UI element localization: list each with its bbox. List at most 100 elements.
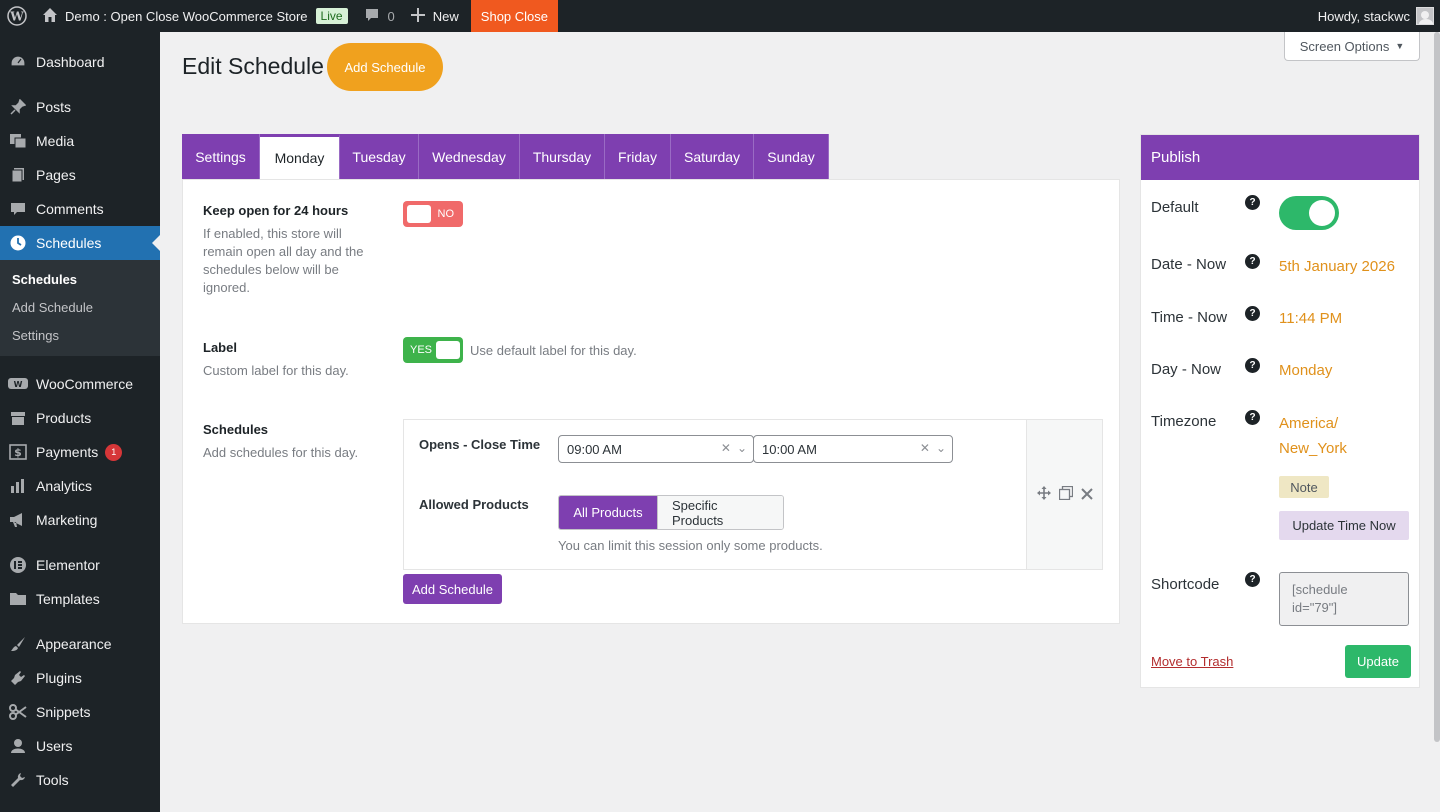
site-link[interactable]: Demo : Open Close WooCommerce Store Live bbox=[34, 0, 356, 32]
allowed-products-toggle: All Products Specific Products bbox=[558, 495, 784, 530]
submenu-item-settings[interactable]: Settings bbox=[0, 322, 160, 350]
svg-text:$: $ bbox=[14, 446, 22, 459]
chevron-down-icon[interactable]: ⌄ bbox=[936, 441, 946, 455]
tab-settings[interactable]: Settings bbox=[182, 134, 260, 179]
tab-friday[interactable]: Friday bbox=[605, 134, 671, 179]
update-button[interactable]: Update bbox=[1345, 645, 1411, 678]
sidebar-item-pages[interactable]: Pages bbox=[0, 158, 160, 192]
sidebar-item-templates[interactable]: Templates bbox=[0, 582, 160, 616]
all-products-button[interactable]: All Products bbox=[559, 496, 657, 529]
sidebar-item-appearance[interactable]: Appearance bbox=[0, 627, 160, 661]
media-icon bbox=[8, 131, 28, 151]
sidebar-item-woocommerce[interactable]: W WooCommerce bbox=[0, 367, 160, 401]
chevron-down-icon[interactable]: ⌄ bbox=[737, 441, 747, 455]
admin-bar: W Demo : Open Close WooCommerce Store Li… bbox=[0, 0, 1440, 32]
date-now-label: Date - Now bbox=[1151, 256, 1227, 273]
keep-open-label: Keep open for 24 hours bbox=[203, 203, 349, 218]
svg-text:W: W bbox=[9, 10, 24, 24]
account-menu[interactable]: Howdy, stackwc bbox=[1318, 7, 1440, 25]
shop-status-button[interactable]: Shop Close bbox=[470, 0, 559, 32]
allowed-products-label: Allowed Products bbox=[419, 497, 529, 512]
new-label: New bbox=[432, 8, 459, 24]
sidebar-item-label: Appearance bbox=[36, 636, 112, 652]
default-label-toggle[interactable]: YES bbox=[403, 337, 463, 363]
page-scrollbar[interactable] bbox=[1434, 32, 1440, 742]
comment-icon bbox=[8, 199, 28, 219]
sidebar-item-snippets[interactable]: Snippets bbox=[0, 695, 160, 729]
clock-icon bbox=[8, 233, 28, 253]
products-hint: You can limit this session only some pro… bbox=[558, 538, 823, 553]
sidebar-item-analytics[interactable]: Analytics bbox=[0, 469, 160, 503]
close-time-select[interactable]: 10:00 AM ✕ ⌄ bbox=[753, 435, 953, 463]
tab-sunday[interactable]: Sunday bbox=[754, 134, 829, 179]
home-icon bbox=[42, 7, 58, 26]
help-icon[interactable]: ? bbox=[1245, 358, 1260, 373]
clear-icon[interactable]: ✕ bbox=[721, 441, 731, 455]
sidebar-item-comments[interactable]: Comments bbox=[0, 192, 160, 226]
elementor-icon bbox=[8, 555, 28, 575]
sidebar-item-products[interactable]: Products bbox=[0, 401, 160, 435]
folder-icon bbox=[8, 589, 28, 609]
submenu-item-schedules[interactable]: Schedules bbox=[0, 266, 160, 294]
publish-box: Publish Default ? Date - Now ? 5th Janua… bbox=[1140, 134, 1420, 688]
sidebar-item-label: Marketing bbox=[36, 512, 98, 528]
publish-title: Publish bbox=[1141, 135, 1419, 180]
move-icon[interactable] bbox=[1036, 486, 1051, 503]
sidebar-item-payments[interactable]: $ Payments 1 bbox=[0, 435, 160, 469]
timezone-value-line1: America/ bbox=[1279, 415, 1339, 432]
tab-thursday[interactable]: Thursday bbox=[520, 134, 605, 179]
open-close-time-label: Opens - Close Time bbox=[419, 437, 541, 452]
close-icon[interactable] bbox=[1080, 487, 1093, 503]
screen-options-label: Screen Options bbox=[1299, 38, 1390, 54]
sidebar-item-plugins[interactable]: Plugins bbox=[0, 661, 160, 695]
add-schedule-button[interactable]: Add Schedule bbox=[327, 43, 443, 91]
tab-wednesday[interactable]: Wednesday bbox=[419, 134, 520, 179]
help-icon[interactable]: ? bbox=[1245, 410, 1260, 425]
sidebar-item-label: Dashboard bbox=[36, 54, 105, 70]
tab-saturday[interactable]: Saturday bbox=[671, 134, 754, 179]
screen-options-button[interactable]: Screen Options ▼ bbox=[1284, 32, 1420, 61]
shortcode-field[interactable]: [schedule id="79"] bbox=[1279, 572, 1409, 626]
default-label: Default bbox=[1151, 199, 1199, 216]
duplicate-icon[interactable] bbox=[1058, 485, 1073, 503]
clear-icon[interactable]: ✕ bbox=[920, 441, 930, 455]
default-toggle[interactable] bbox=[1279, 196, 1339, 230]
submenu-item-add-schedule[interactable]: Add Schedule bbox=[0, 294, 160, 322]
sidebar-item-label: Plugins bbox=[36, 670, 82, 686]
sidebar-item-media[interactable]: Media bbox=[0, 124, 160, 158]
sidebar-item-marketing[interactable]: Marketing bbox=[0, 503, 160, 537]
tab-tuesday[interactable]: Tuesday bbox=[340, 134, 419, 179]
help-icon[interactable]: ? bbox=[1245, 195, 1260, 210]
open-time-select[interactable]: 09:00 AM ✕ ⌄ bbox=[558, 435, 754, 463]
sidebar-item-schedules[interactable]: Schedules bbox=[0, 226, 160, 260]
specific-products-button[interactable]: Specific Products bbox=[657, 496, 783, 529]
sidebar-item-elementor[interactable]: Elementor bbox=[0, 548, 160, 582]
toggle-knob bbox=[1309, 200, 1335, 226]
help-icon[interactable]: ? bbox=[1245, 306, 1260, 321]
move-to-trash-link[interactable]: Move to Trash bbox=[1151, 654, 1233, 669]
update-time-now-button[interactable]: Update Time Now bbox=[1279, 511, 1409, 540]
time-now-label: Time - Now bbox=[1151, 309, 1228, 326]
sidebar-item-users[interactable]: Users bbox=[0, 729, 160, 763]
comments-link[interactable]: 0 bbox=[356, 0, 403, 32]
new-content-link[interactable]: New bbox=[403, 0, 467, 32]
admin-sidebar: Dashboard Posts Media Pages Comments Sch… bbox=[0, 32, 160, 812]
time-now-value: 11:44 PM bbox=[1279, 310, 1343, 327]
tab-monday[interactable]: Monday bbox=[260, 134, 340, 179]
wordpress-logo-icon[interactable]: W bbox=[0, 0, 34, 32]
note-badge: Note bbox=[1279, 476, 1329, 498]
help-icon[interactable]: ? bbox=[1245, 254, 1260, 269]
toggle-knob bbox=[407, 205, 431, 223]
help-icon[interactable]: ? bbox=[1245, 572, 1260, 587]
sidebar-item-label: Users bbox=[36, 738, 73, 754]
add-schedule-row-button[interactable]: Add Schedule bbox=[403, 574, 502, 604]
sidebar-item-label: WooCommerce bbox=[36, 376, 133, 392]
keep-open-toggle[interactable]: NO bbox=[403, 201, 463, 227]
timezone-label: Timezone bbox=[1151, 413, 1217, 430]
sidebar-item-dashboard[interactable]: Dashboard bbox=[0, 45, 160, 79]
sidebar-item-tools[interactable]: Tools bbox=[0, 763, 160, 797]
sidebar-item-label: Elementor bbox=[36, 557, 100, 573]
sidebar-item-label: Analytics bbox=[36, 478, 93, 494]
sidebar-item-posts[interactable]: Posts bbox=[0, 90, 160, 124]
shortcode-line1: [schedule bbox=[1292, 582, 1348, 597]
